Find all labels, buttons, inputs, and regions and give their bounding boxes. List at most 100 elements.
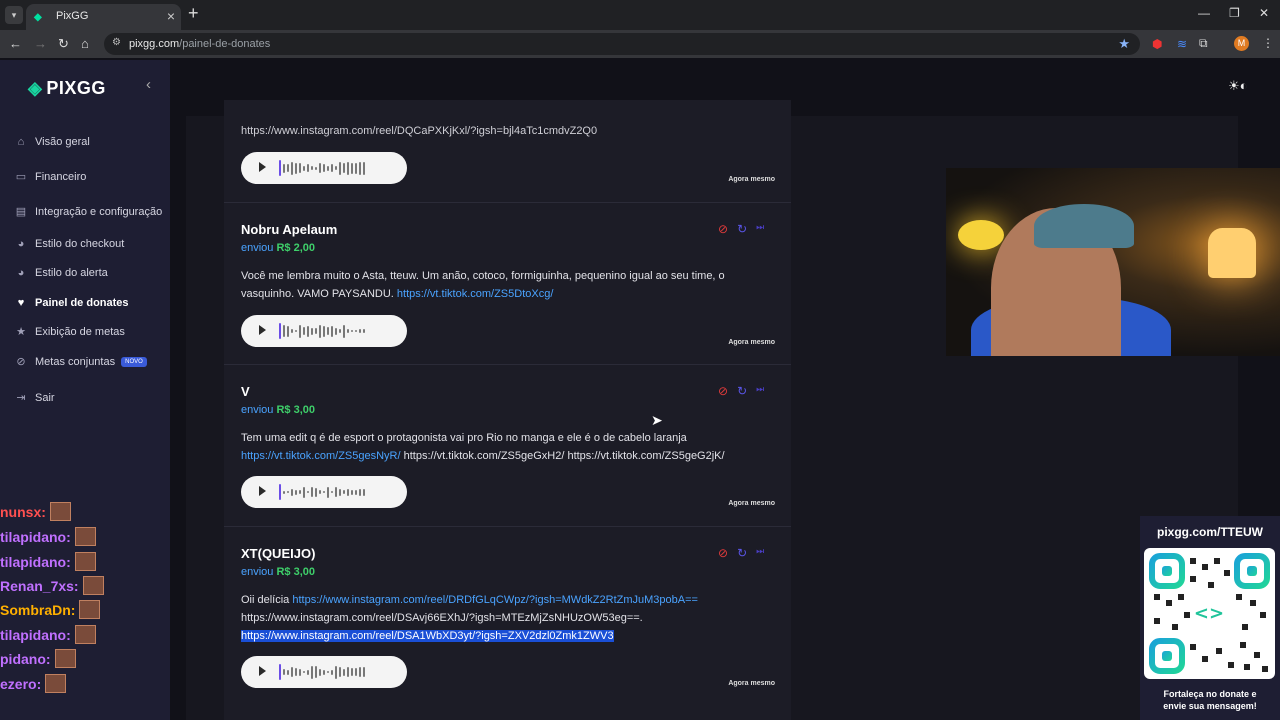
replay-icon[interactable]: ↻ (737, 222, 747, 236)
block-icon[interactable]: ⊘ (718, 546, 728, 560)
sidebar-item-painel-donates[interactable]: ♥ Painel de donates (14, 296, 129, 310)
waveform-bar (327, 327, 329, 335)
audio-waveform[interactable] (279, 484, 394, 500)
site-info-icon[interactable]: ⚙ (112, 37, 121, 48)
sidebar-item-sair[interactable]: ⇥ Sair (14, 391, 54, 405)
waveform-bar (339, 329, 341, 333)
audio-waveform[interactable] (279, 664, 394, 680)
waveform-bar (279, 664, 281, 680)
waveform-bar (287, 325, 289, 337)
sidebar-item-label: Painel de donates (35, 297, 129, 309)
waveform-bar (323, 669, 325, 675)
address-bar[interactable]: ⚙ pixgg.com/painel-de-donates ★ (104, 33, 1140, 55)
chat-line: pidano: (0, 649, 76, 668)
block-icon[interactable]: ⊘ (718, 384, 728, 398)
sent-verb: enviou (241, 404, 274, 416)
browser-tab-bar: ▾ ◆ PixGG × + — ❐ ✕ (0, 0, 1280, 30)
restore-icon[interactable]: ❐ (1229, 6, 1240, 20)
extension-wave-icon[interactable]: ≋ (1177, 37, 1187, 51)
waveform-bar (347, 161, 349, 175)
extensions-puzzle-icon[interactable]: ⧉ (1199, 36, 1208, 51)
browser-tab[interactable]: ◆ PixGG × (26, 4, 181, 30)
chat-line: Renan_7xs: (0, 576, 104, 595)
home-icon[interactable]: ⌂ (81, 36, 89, 51)
chat-username: SombraDn: (0, 601, 76, 618)
play-icon[interactable] (259, 486, 266, 496)
close-tab-icon[interactable]: × (167, 8, 175, 24)
message-link[interactable]: https://vt.tiktok.com/ZS5gesNyR/ (241, 450, 401, 462)
profile-avatar[interactable]: M (1234, 36, 1249, 51)
skip-icon[interactable]: ⏭ (756, 384, 764, 398)
waveform-bar (283, 325, 285, 337)
audio-player[interactable] (241, 476, 407, 508)
extension-red-icon[interactable]: ⬢ (1152, 37, 1162, 51)
waveform-bar (359, 329, 361, 333)
sidebar-item-financeiro[interactable]: ▭ Financeiro (14, 170, 87, 184)
waveform-bar (323, 164, 325, 172)
waveform-bar (295, 330, 297, 332)
waveform-bar (315, 487, 317, 497)
sidebar-item-estilo-alerta[interactable]: ◕ Estilo do alerta (14, 266, 108, 280)
audio-player[interactable] (241, 315, 407, 347)
donate-amount: R$ 3,00 (276, 566, 316, 578)
waveform-bar (359, 161, 361, 175)
play-icon[interactable] (259, 325, 266, 335)
logo[interactable]: ◈ PIXGG (28, 78, 106, 99)
new-tab-icon[interactable]: + (188, 3, 199, 24)
block-icon[interactable]: ⊘ (718, 222, 728, 236)
pixgg-logo-icon: ◈ (28, 78, 43, 98)
logo-text: PIXGG (46, 78, 106, 98)
logout-icon: ⇥ (16, 392, 26, 404)
emote-icon (54, 649, 76, 668)
theme-toggle-icon[interactable]: ☀◐ (1228, 78, 1248, 94)
sidebar-item-exibicao-metas[interactable]: ★ Exibição de metas (14, 325, 125, 339)
browser-menu-icon[interactable]: ⋮ (1262, 36, 1274, 50)
qr-caption-line: envie sua mensagem! (1163, 701, 1257, 711)
sidebar-item-visao-geral[interactable]: ⌂ Visão geral (14, 135, 90, 149)
waveform-bar (327, 486, 329, 498)
waveform-bar (343, 490, 345, 494)
play-icon[interactable] (259, 666, 266, 676)
message-link[interactable]: https://www.instagram.com/reel/DRDfGLqCW… (292, 594, 698, 606)
bookmark-star-icon[interactable]: ★ (1118, 36, 1130, 52)
message-link[interactable]: https://vt.tiktok.com/ZS5DtoXcg/ (397, 288, 554, 300)
sidebar-item-integracao[interactable]: ▤ Integração e configuração (14, 205, 162, 219)
back-icon[interactable]: ← (9, 36, 22, 51)
reload-icon[interactable]: ↻ (58, 36, 69, 52)
donate-amount-line: enviou R$ 2,00 (241, 242, 315, 254)
sidebar-item-metas-conjuntas[interactable]: ⊘ Metas conjuntas NOVO (14, 355, 147, 369)
minimize-icon[interactable]: — (1198, 6, 1210, 20)
close-window-icon[interactable]: ✕ (1259, 6, 1269, 20)
audio-waveform[interactable] (279, 323, 394, 339)
donate-time: Agora mesmo (728, 680, 775, 687)
waveform-bar (355, 668, 357, 676)
play-icon[interactable] (259, 162, 266, 172)
waveform-bar (343, 324, 345, 338)
waveform-bar (291, 488, 293, 496)
audio-waveform[interactable] (279, 160, 394, 176)
pixgg-favicon-icon: ◆ (34, 12, 42, 23)
tab-title: PixGG (56, 10, 89, 22)
replay-icon[interactable]: ↻ (737, 546, 747, 560)
waveform-bar (311, 166, 313, 170)
audio-player[interactable] (241, 656, 407, 688)
waveform-bar (311, 327, 313, 335)
waveform-bar (279, 160, 281, 176)
replay-icon[interactable]: ↻ (737, 384, 747, 398)
waveform-bar (355, 489, 357, 495)
skip-icon[interactable]: ⏭ (756, 546, 764, 560)
donor-name: V (241, 384, 250, 399)
tab-search-icon[interactable]: ▾ (5, 6, 23, 24)
collapse-sidebar-icon[interactable]: ‹ (146, 76, 151, 93)
waveform-bar (323, 491, 325, 493)
forward-icon[interactable]: → (34, 36, 47, 51)
waveform-bar (283, 490, 285, 494)
sidebar-item-label: Integração e configuração (35, 206, 163, 218)
skip-icon[interactable]: ⏭ (756, 222, 764, 236)
sidebar-item-estilo-checkout[interactable]: ◕ Estilo do checkout (14, 237, 125, 251)
chat-username: tilapidano: (0, 626, 71, 643)
waveform-bar (355, 162, 357, 174)
audio-player[interactable] (241, 152, 407, 184)
palette-icon: ◕ (17, 238, 25, 250)
selected-link-text[interactable]: https://www.instagram.com/reel/DSA1WbXD3… (241, 630, 614, 642)
